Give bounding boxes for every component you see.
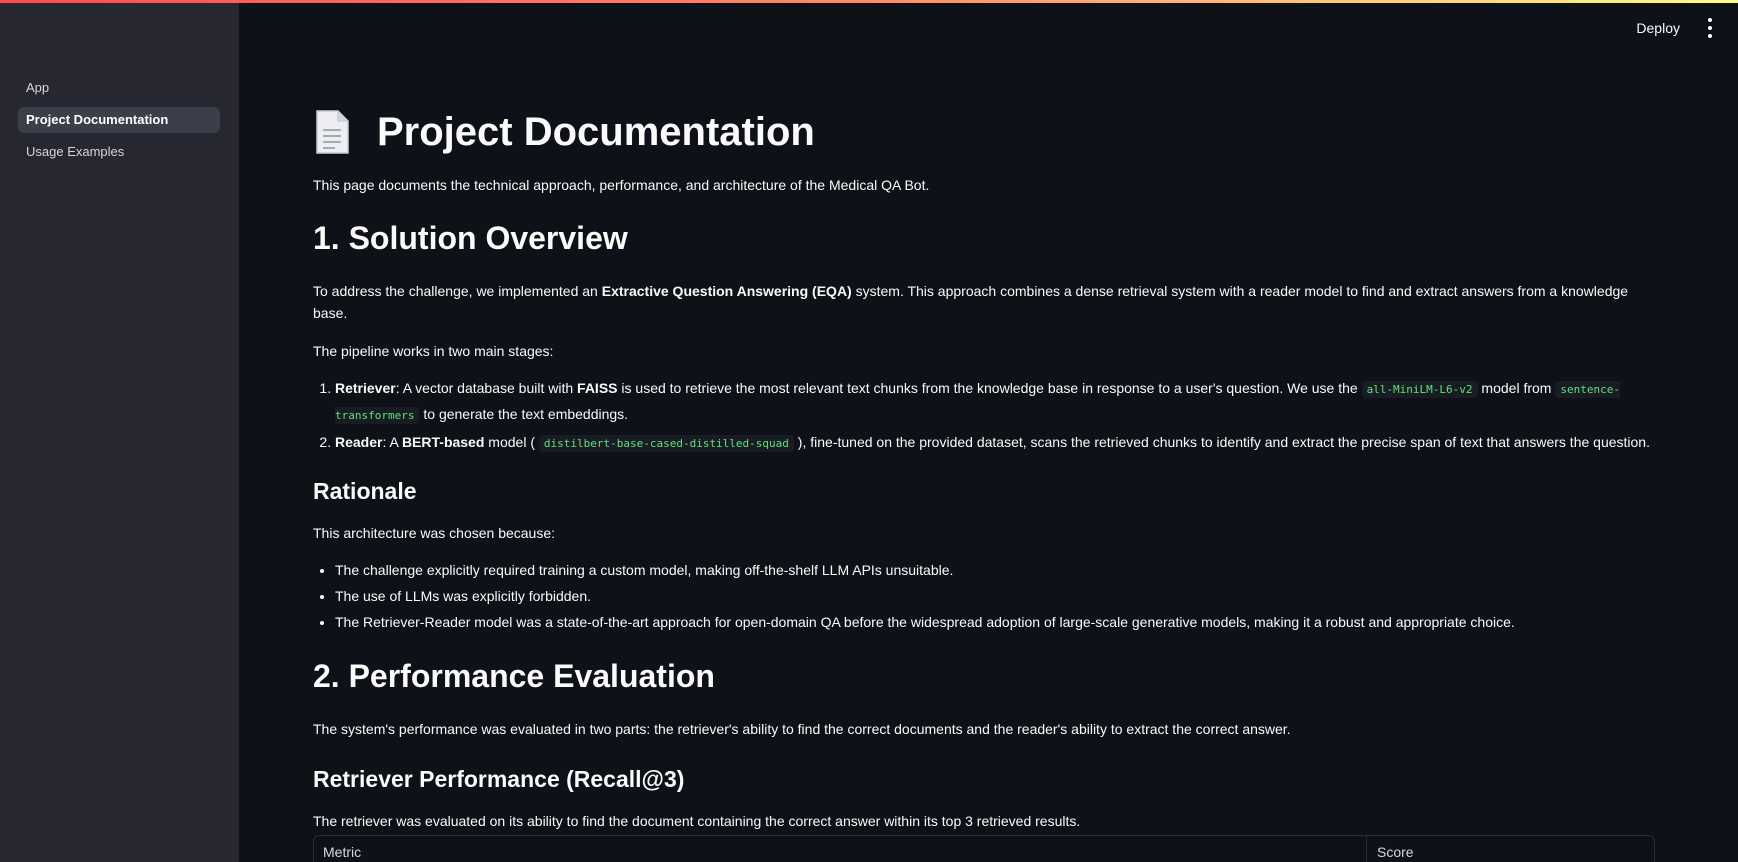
- table-column-divider: [1366, 836, 1367, 862]
- rationale-list: The challenge explicitly required traini…: [313, 558, 1653, 634]
- deploy-button[interactable]: Deploy: [1636, 20, 1680, 36]
- retriever-paragraph: The retriever was evaluated on its abili…: [313, 813, 1081, 829]
- pipeline-intro: The pipeline works in two main stages:: [313, 343, 554, 359]
- table-header-score[interactable]: Score: [1377, 844, 1414, 860]
- section-heading-rationale: Rationale: [313, 478, 417, 504]
- page-title-text: Project Documentation: [377, 109, 815, 154]
- pipeline-stages-list: Retriever: A vector database built with …: [313, 376, 1653, 456]
- document-icon: [313, 109, 351, 155]
- intro-text: This page documents the technical approa…: [313, 177, 930, 193]
- section-heading-solution-overview: 1. Solution Overview: [313, 220, 628, 256]
- list-item: The use of LLMs was explicitly forbidden…: [335, 584, 1653, 608]
- list-item: The Retriever-Reader model was a state-o…: [335, 610, 1653, 634]
- performance-intro: The system's performance was evaluated i…: [313, 721, 1291, 737]
- sidebar-item-app[interactable]: App: [18, 75, 220, 101]
- sidebar-item-usage-examples[interactable]: Usage Examples: [18, 139, 220, 165]
- list-item: The challenge explicitly required traini…: [335, 558, 1653, 582]
- page-title: Project Documentation: [313, 100, 1653, 164]
- sidebar-item-project-documentation[interactable]: Project Documentation: [18, 107, 220, 133]
- metrics-table-header: Metric Score: [313, 835, 1655, 862]
- code-inline: all-MiniLM-L6-v2: [1361, 381, 1478, 398]
- section-heading-performance-evaluation: 2. Performance Evaluation: [313, 658, 715, 694]
- rationale-intro: This architecture was chosen because:: [313, 525, 556, 541]
- main-menu-icon[interactable]: [1706, 18, 1714, 38]
- top-decoration-bar: [0, 0, 1738, 3]
- list-item: Retriever: A vector database built with …: [335, 376, 1653, 428]
- subsection-heading-retriever-performance: Retriever Performance (Recall@3): [313, 766, 685, 792]
- table-header-metric[interactable]: Metric: [323, 844, 361, 860]
- code-inline: distilbert-base-cased-distilled-squad: [538, 435, 794, 452]
- sidebar: App Project Documentation Usage Examples: [0, 3, 239, 862]
- main-content: Project Documentation This page document…: [313, 100, 1653, 832]
- sidebar-nav: App Project Documentation Usage Examples: [18, 75, 220, 171]
- solution-paragraph: To address the challenge, we implemented…: [313, 283, 1629, 321]
- header-actions: Deploy: [1636, 18, 1714, 38]
- list-item: Reader: A BERT-based model ( distilbert-…: [335, 430, 1653, 456]
